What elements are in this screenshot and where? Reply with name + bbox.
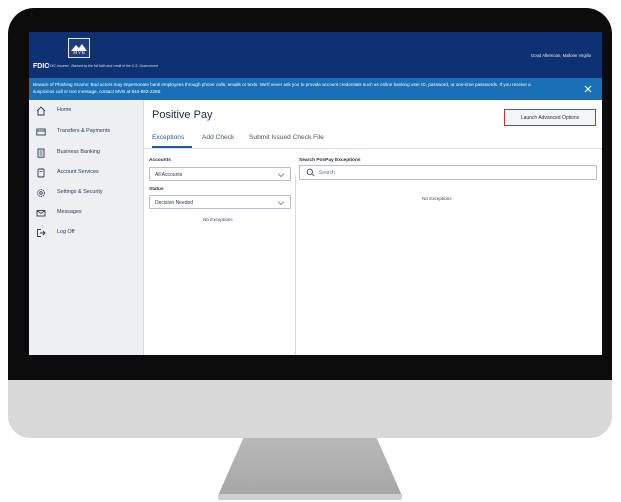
left-empty-message: No Exceptions — [203, 217, 233, 222]
monitor-stand-base — [218, 494, 402, 500]
column-divider — [295, 175, 296, 355]
status-select-value: Decision Needed — [155, 200, 194, 206]
sidebar-item-label: Log Off — [57, 229, 75, 235]
tab-submit-issued-check-file[interactable]: Submit Issued Check File — [249, 134, 324, 141]
mountain-icon — [71, 44, 87, 51]
accounts-select-value: All Accounts — [155, 172, 183, 178]
search-placeholder: Search — [319, 170, 335, 176]
sidebar-item-log-off[interactable]: Log Off — [29, 226, 144, 240]
tab-exceptions[interactable]: Exceptions — [152, 134, 184, 141]
screen: MVB FDIC FDIC-Insured - Backed by the fu… — [29, 32, 602, 355]
sidebar-item-home[interactable]: Home — [29, 104, 144, 118]
tabs-divider — [145, 148, 602, 149]
sidebar-item-messages[interactable]: Messages — [29, 206, 144, 220]
monitor-chin — [8, 380, 612, 438]
bank-logo-text: MVB — [73, 51, 85, 56]
chevron-down-icon — [277, 173, 285, 178]
search-label: Search PosPay Exceptions — [299, 158, 361, 163]
status-label: Status — [149, 187, 164, 192]
sidebar-item-label: Settings & Security — [57, 189, 103, 195]
search-input[interactable]: Search — [299, 165, 597, 180]
close-icon[interactable] — [583, 84, 593, 94]
alert-text: Beware of Phishing Scams: Bad actors may… — [33, 82, 531, 94]
sidebar-item-settings-security[interactable]: Settings & Security — [29, 186, 144, 200]
accounts-select[interactable]: All Accounts — [149, 167, 291, 181]
phishing-alert-banner: Beware of Phishing Scams: Bad actors may… — [29, 78, 602, 100]
bank-logo[interactable]: MVB — [68, 38, 90, 58]
sidebar-item-label: Account Services — [57, 169, 99, 175]
building-icon — [37, 148, 45, 158]
fdic-label: FDIC — [33, 63, 50, 70]
launch-advanced-options-button[interactable]: Launch Advanced Options — [504, 109, 596, 126]
chevron-down-icon — [277, 201, 285, 206]
sidebar-item-account-services[interactable]: Account Services — [29, 166, 144, 180]
sidebar: Home Transfers & Payments Business Banki… — [29, 100, 144, 355]
main-content: Positive Pay Launch Advanced Options Exc… — [145, 100, 602, 355]
right-empty-message: No Exceptions — [422, 196, 452, 201]
status-select[interactable]: Decision Needed — [149, 195, 291, 209]
gear-icon — [37, 189, 45, 197]
document-icon — [37, 168, 45, 178]
logout-icon — [37, 229, 46, 237]
sidebar-item-business-banking[interactable]: Business Banking — [29, 146, 144, 160]
sidebar-item-label: Business Banking — [57, 149, 100, 155]
fdic-note: FDIC-Insured - Backed by the full faith … — [48, 64, 158, 68]
mail-icon — [36, 210, 46, 217]
sidebar-item-transfers[interactable]: Transfers & Payments — [29, 125, 144, 139]
home-icon — [36, 106, 46, 116]
transfer-icon — [36, 128, 46, 136]
tab-add-check[interactable]: Add Check — [202, 134, 234, 141]
search-icon — [306, 168, 315, 177]
app-header: MVB FDIC FDIC-Insured - Backed by the fu… — [29, 32, 602, 78]
monitor-stand — [217, 438, 403, 496]
sidebar-item-label: Home — [57, 107, 72, 113]
sidebar-item-label: Messages — [57, 209, 82, 215]
sidebar-item-label: Transfers & Payments — [57, 128, 111, 134]
page-title: Positive Pay — [152, 109, 213, 121]
user-greeting: Good Afternoon, Mallorie Virgilio — [531, 53, 591, 58]
accounts-label: Accounts — [149, 158, 171, 163]
